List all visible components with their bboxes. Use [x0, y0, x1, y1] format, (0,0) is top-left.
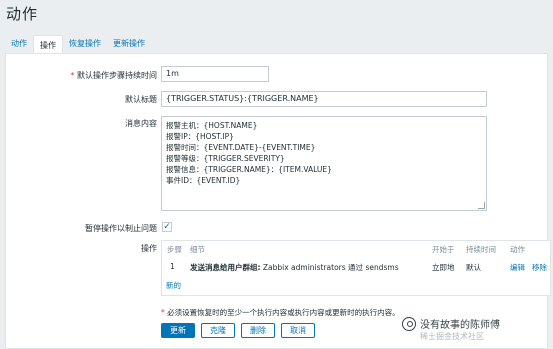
table-row: 1 发送消息给用户群组: Zabbix administrators 通过 se…: [162, 262, 550, 274]
header-duration: 持续时间: [466, 245, 496, 254]
watermark-text: 没有故事的陈师傅: [420, 320, 500, 331]
pause-label: 暂停操作以制止问题: [85, 224, 157, 233]
step-duration-label: 默认操作步骤持续时间: [70, 70, 157, 81]
clone-button[interactable]: 克隆: [201, 323, 235, 338]
new-operation-link[interactable]: 新的: [166, 280, 181, 291]
tab-recovery-operations[interactable]: 恢复操作: [63, 34, 107, 53]
wechat-channel-icon: [402, 316, 416, 331]
message-line: 报警信息：{TRIGGER.NAME}：{ITEM.VALUE}: [166, 165, 332, 174]
operations-label: 操作: [141, 244, 157, 253]
row-step: 1: [170, 262, 175, 271]
delete-button[interactable]: 删除: [241, 323, 275, 338]
edit-link[interactable]: 编辑: [510, 262, 525, 273]
remove-link[interactable]: 移除: [532, 262, 547, 273]
operations-table-header: 步骤 细节 开始于 持续时间 动作: [162, 244, 550, 256]
button-row: 更新 克隆 删除 取消: [161, 323, 315, 338]
header-step: 步骤: [167, 245, 182, 254]
resize-handle-icon[interactable]: [478, 202, 485, 209]
message-line: 报警等级：{TRIGGER.SEVERITY}: [166, 154, 285, 163]
tab-action[interactable]: 动作: [5, 34, 33, 53]
header-details: 细节: [190, 245, 205, 254]
update-button[interactable]: 更新: [161, 323, 195, 338]
tab-update-operations[interactable]: 更新操作: [107, 34, 151, 53]
operations-table: 步骤 细节 开始于 持续时间 动作 1 发送消息给用户群组: Zabbix ad…: [161, 240, 551, 296]
row-details: 发送消息给用户群组: Zabbix administrators 通过 send…: [190, 262, 399, 273]
default-subject-input[interactable]: {TRIGGER.STATUS}:{TRIGGER.NAME}: [161, 91, 487, 107]
page-title: 动作: [6, 5, 39, 23]
operations-panel: 默认操作步骤持续时间 1m 默认标题 {TRIGGER.STATUS}:{TRI…: [5, 53, 551, 349]
message-line: 报警IP：{HOST.IP}: [166, 132, 234, 141]
message-line: 报警主机：{HOST.NAME}: [166, 121, 258, 130]
message-line: 报警时间：{EVENT.DATE}-{EVENT.TIME}: [166, 143, 316, 152]
watermark-subtext: 稀土掘金技术社区: [420, 332, 484, 341]
row-details-bold: 发送消息给用户群组:: [190, 263, 261, 272]
row-duration: 默认: [466, 263, 481, 272]
default-subject-label: 默认标题: [125, 95, 157, 104]
cancel-button[interactable]: 取消: [281, 323, 315, 338]
message-textarea[interactable]: 报警主机：{HOST.NAME} 报警IP：{HOST.IP} 报警时间：{EV…: [161, 116, 487, 211]
row-details-rest: Zabbix administrators 通过 sendsms: [260, 263, 399, 272]
watermark: 没有故事的陈师傅: [402, 316, 500, 331]
required-note: 必须设置恢复时的至少一个执行内容或执行内容或更新时的执行内容。: [161, 307, 400, 318]
row-start-in: 立即地: [432, 263, 455, 272]
header-action: 动作: [510, 245, 525, 254]
header-start-in: 开始于: [432, 245, 455, 254]
message-label: 消息内容: [125, 119, 157, 128]
tab-operations[interactable]: 操作: [33, 35, 63, 54]
pause-checkbox[interactable]: ✓: [162, 222, 172, 232]
step-duration-input[interactable]: 1m: [161, 66, 269, 82]
tab-bar: 动作 操作 恢复操作 更新操作: [5, 34, 548, 54]
message-line: 事件ID：{EVENT.ID}: [166, 176, 241, 185]
